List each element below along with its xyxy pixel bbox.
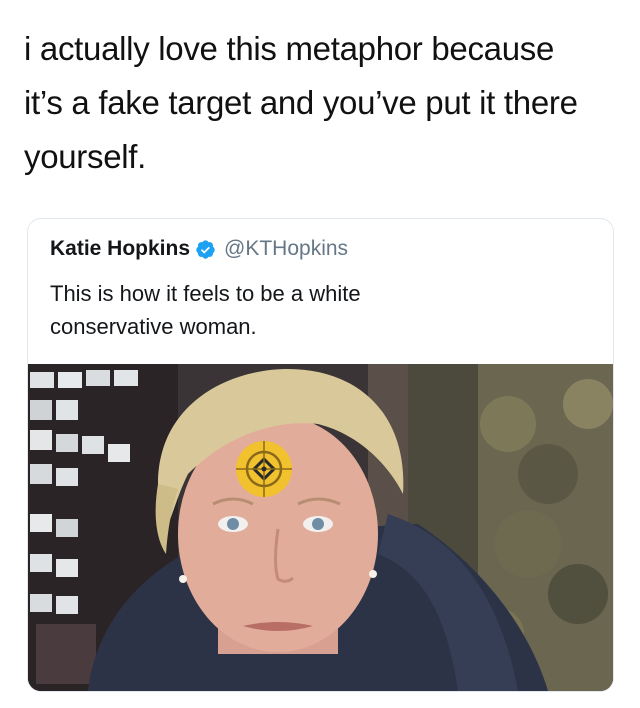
caption-line-2: it’s a fake target and you’ve put it the…	[24, 84, 578, 121]
quoted-tweet-card[interactable]: Katie Hopkins @KTHopkins This is how it …	[27, 218, 614, 692]
tweet-text-line-1: This is how it feels to be a white	[50, 281, 361, 306]
tweet-text-line-2: conservative woman.	[50, 314, 257, 339]
author-handle[interactable]: @KTHopkins	[224, 237, 348, 261]
caption-line-1: i actually love this metaphor because	[24, 30, 555, 67]
photo-illustration	[28, 364, 613, 691]
verified-badge-icon	[195, 239, 216, 260]
tweet-header: Katie Hopkins @KTHopkins	[50, 237, 348, 261]
author-name[interactable]: Katie Hopkins	[50, 237, 190, 261]
caption-line-3: yourself.	[24, 138, 147, 175]
tweet-photo[interactable]	[28, 364, 613, 691]
tweet-text: This is how it feels to be a white conse…	[50, 277, 590, 343]
target-sticker	[236, 441, 292, 497]
meme-caption: i actually love this metaphor because it…	[24, 22, 624, 184]
